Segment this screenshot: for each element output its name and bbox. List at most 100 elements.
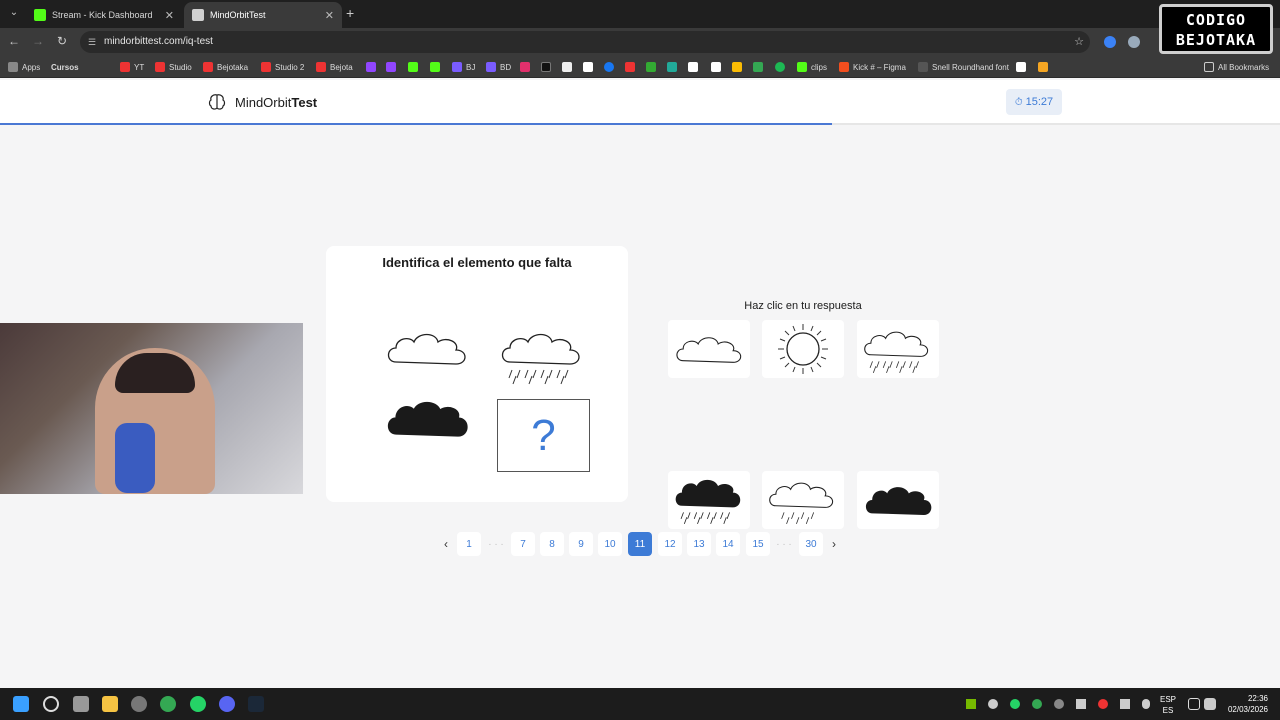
network-icon[interactable] [1188, 698, 1200, 710]
page-button[interactable]: 30 [799, 532, 823, 556]
timer-badge: ⏱ 15:27 [1006, 89, 1062, 115]
tab-search-icon[interactable]: ⌄ [6, 5, 22, 21]
page-button[interactable]: 8 [540, 532, 564, 556]
close-tab-icon[interactable]: ✕ [165, 9, 174, 22]
bookmark-bj[interactable]: BJ [452, 56, 475, 78]
chrome-icon[interactable] [160, 696, 176, 712]
task-view-icon[interactable] [73, 696, 89, 712]
page-button[interactable]: 15 [746, 532, 770, 556]
tray-app-icon[interactable] [1054, 699, 1064, 709]
page-button[interactable]: 1 [457, 532, 481, 556]
nvidia-icon[interactable] [966, 699, 976, 709]
page-button[interactable]: 14 [716, 532, 740, 556]
bookmark-studio[interactable]: Studio [155, 56, 192, 78]
url-text: mindorbittest.com/iq-test [104, 36, 213, 47]
chrome-tray-icon[interactable] [1032, 699, 1042, 709]
speaker-icon[interactable] [1204, 698, 1216, 710]
close-tab-icon[interactable]: ✕ [325, 9, 334, 22]
bookmark-bd[interactable]: BD [486, 56, 511, 78]
pagination-next[interactable]: › [822, 532, 846, 556]
answer-option-1[interactable] [668, 320, 750, 378]
bookmark-kick[interactable] [408, 56, 422, 78]
reload-icon[interactable]: ↻ [54, 34, 70, 48]
page-button[interactable]: 10 [598, 532, 622, 556]
bookmark-apps[interactable]: Apps [8, 56, 40, 78]
bookmark-x[interactable] [562, 56, 576, 78]
all-bookmarks[interactable]: All Bookmarks [1204, 56, 1269, 78]
extension-icon[interactable] [1128, 36, 1140, 48]
browser-tab-bar: ⌄ Stream - Kick Dashboard ✕ MindOrbitTes… [0, 0, 1280, 28]
bookmark-twitch-2[interactable] [386, 56, 400, 78]
answer-option-5[interactable] [762, 471, 844, 529]
page-button[interactable]: 13 [687, 532, 711, 556]
extension-icon[interactable] [1104, 36, 1116, 48]
tray-app-icon[interactable] [1120, 699, 1130, 709]
kick-icon [430, 62, 440, 72]
page-button-active[interactable]: 11 [628, 532, 652, 556]
answer-option-6[interactable] [857, 471, 939, 529]
bookmark-kick-2[interactable] [430, 56, 444, 78]
bookmark-bejotaka[interactable]: Bejotaka [203, 56, 248, 78]
bookmark-twitch[interactable] [366, 56, 380, 78]
bookmark-spotify[interactable] [775, 56, 789, 78]
bookmark-snell[interactable]: Snell Roundhand font [918, 56, 1009, 78]
app-icon[interactable] [131, 696, 147, 712]
answer-option-4[interactable] [668, 471, 750, 529]
bookmark-ext-5[interactable] [1016, 56, 1030, 78]
search-icon[interactable] [43, 696, 59, 712]
answer-option-3[interactable] [857, 320, 939, 378]
headset-icon[interactable] [1076, 699, 1086, 709]
bookmark-cursos[interactable]: Cursos [51, 56, 79, 78]
microphone-icon[interactable] [1142, 699, 1150, 709]
app-logo[interactable]: MindOrbit Test [207, 92, 317, 112]
bookmark-bejota[interactable]: Bejota [316, 56, 353, 78]
steam-icon[interactable] [248, 696, 264, 712]
bookmark-ext-4[interactable] [688, 56, 702, 78]
outline-cloud-icon [387, 333, 466, 365]
new-tab-icon[interactable]: + [346, 5, 354, 21]
discord-icon[interactable] [219, 696, 235, 712]
bookmark-f[interactable] [583, 56, 597, 78]
bookmark-studio-2[interactable]: Studio 2 [261, 56, 304, 78]
address-bar[interactable]: ☰ mindorbittest.com/iq-test ☆ [80, 31, 1090, 53]
bookmark-ext[interactable] [625, 56, 639, 78]
bookmark-figma[interactable]: Kick # – Figma [839, 56, 906, 78]
pagination-prev[interactable]: ‹ [434, 532, 458, 556]
tab-kick-dashboard[interactable]: Stream - Kick Dashboard ✕ [26, 2, 182, 28]
bookmark-ext-3[interactable] [667, 56, 681, 78]
site-info-icon[interactable]: ☰ [88, 31, 96, 53]
back-arrow-icon[interactable]: ← [6, 34, 22, 48]
language-indicator[interactable]: ESP ES [1160, 694, 1176, 716]
bookmark-icon [625, 62, 635, 72]
bookmark-star-icon[interactable]: ☆ [1074, 31, 1084, 53]
bookmark-tiktok[interactable] [541, 56, 555, 78]
bookmark-instagram[interactable] [520, 56, 534, 78]
youtube-icon [261, 62, 271, 72]
bookmark-icon [646, 62, 656, 72]
taskbar-clock[interactable]: 22:36 02/03/2026 [1228, 693, 1268, 715]
bookmark-yt[interactable]: YT [120, 56, 144, 78]
bookmark-label: Cursos [51, 62, 79, 72]
page-button[interactable]: 7 [511, 532, 535, 556]
bookmark-drive[interactable] [732, 56, 746, 78]
forward-arrow-icon[interactable]: → [30, 34, 46, 48]
stopwatch-icon: ⏱ [1014, 96, 1023, 108]
bookmark-meta[interactable] [604, 56, 618, 78]
app-header: MindOrbit Test ⏱ 15:27 [0, 80, 1280, 125]
bookmark-drive-2[interactable] [753, 56, 767, 78]
answer-option-2[interactable] [762, 320, 844, 378]
whatsapp-icon[interactable] [190, 696, 206, 712]
tray-app-icon[interactable] [1098, 699, 1108, 709]
bookmark-notion[interactable] [711, 56, 725, 78]
steam-tray-icon[interactable] [988, 699, 998, 709]
whatsapp-tray-icon[interactable] [1010, 699, 1020, 709]
bookmark-clips[interactable]: clips [797, 56, 827, 78]
bookmark-ext-6[interactable] [1038, 56, 1052, 78]
windows-start-icon[interactable] [13, 696, 29, 712]
page-button[interactable]: 9 [569, 532, 593, 556]
bookmark-ext-2[interactable] [646, 56, 660, 78]
tab-mindorbittest[interactable]: MindOrbitTest ✕ [184, 2, 342, 28]
webcam-overlay [0, 323, 303, 494]
page-button[interactable]: 12 [658, 532, 682, 556]
file-explorer-icon[interactable] [102, 696, 118, 712]
